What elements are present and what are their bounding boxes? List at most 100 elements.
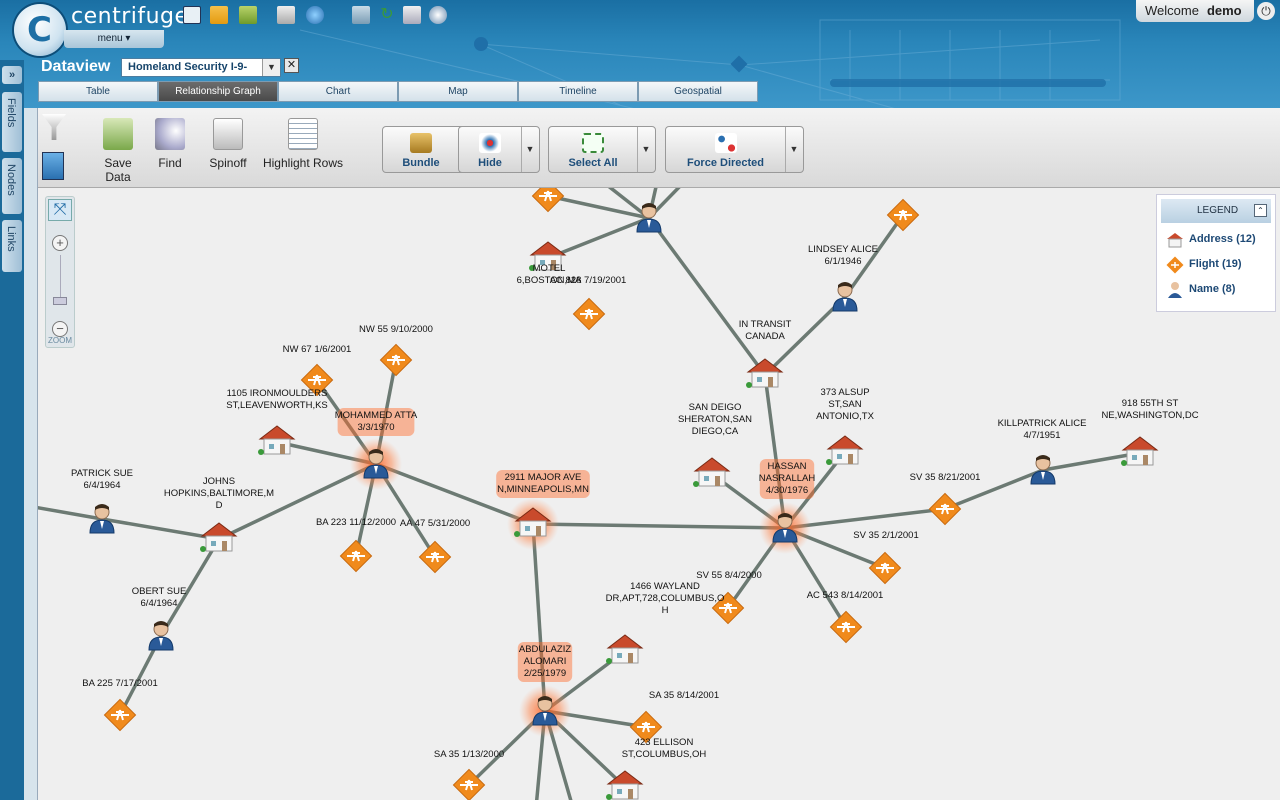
new-document-icon[interactable]	[183, 6, 201, 24]
legend-item-name[interactable]: Name (8)	[1157, 277, 1275, 302]
graph-node-flight[interactable]: NW 55 9/10/2000	[359, 324, 433, 377]
tab-timeline[interactable]: Timeline	[518, 81, 638, 102]
hide-button[interactable]: Hide	[459, 127, 522, 172]
graph-edge[interactable]	[531, 523, 547, 712]
force-directed-button[interactable]: Force Directed	[666, 127, 786, 172]
chevron-down-icon[interactable]: ▼	[785, 127, 803, 172]
graph-node-flight[interactable]: SA 35 8/14/2001	[629, 690, 719, 744]
graph-edge[interactable]	[547, 216, 650, 260]
graph-node-flight[interactable]	[531, 188, 565, 213]
graph-node-address[interactable]: 423 ELLISON ST,COLUMBUS,OH	[606, 737, 706, 800]
chevron-down-icon[interactable]: ▼	[521, 127, 539, 172]
graph-node-name[interactable]: LINDSEY ALICE 6/1/1946	[808, 244, 878, 312]
airplane-icon	[1166, 256, 1184, 274]
node-label: SV 55 8/4/2000	[696, 570, 762, 581]
graph-node-flight[interactable]: AA 47 5/31/2000	[400, 518, 470, 574]
graph-node-flight[interactable]	[886, 198, 920, 232]
house-icon	[1167, 233, 1183, 248]
bookmark-icon[interactable]	[42, 152, 64, 180]
collapse-icon[interactable]: ⌃	[1254, 204, 1267, 217]
legend-item-flight[interactable]: Flight (19)	[1157, 252, 1275, 277]
bundle-label: Bundle	[402, 157, 440, 169]
select-all-dropdown[interactable]: Select All ▼	[548, 126, 656, 173]
dataview-select[interactable]: Homeland Security I-9- ▼	[121, 58, 281, 77]
power-icon[interactable]: ⏻	[1257, 2, 1275, 20]
graph-svg[interactable]: MOTEL 6,BOSTON,MAAC 828 7/19/2001LINDSEY …	[38, 188, 1280, 800]
centrifuge-logo[interactable]: C	[14, 4, 66, 56]
spinoff-button[interactable]: Spinoff	[206, 118, 250, 170]
sidebar-item-links[interactable]: Links	[2, 220, 22, 272]
refresh-icon[interactable]: ↻	[378, 6, 396, 24]
save-data-icon	[103, 118, 133, 150]
layout-dropdown[interactable]: Force Directed ▼	[665, 126, 804, 173]
open-folder-icon[interactable]	[210, 6, 228, 24]
graph-node-flight[interactable]: BA 225 7/17/2001	[82, 678, 158, 732]
tab-geospatial[interactable]: Geospatial	[638, 81, 758, 102]
airplane-icon	[886, 198, 920, 232]
save-icon[interactable]	[239, 6, 257, 24]
graph-node-address[interactable]: JOHNS HOPKINS,BALTIMORE,M D	[164, 476, 274, 552]
app-header: C centrifuge menu ▾ ↻ Welcome demo ⏻ Data…	[0, 0, 1280, 108]
legend-panel: LEGEND ⌃ Address (12) Flight (19) Name (8…	[1156, 194, 1276, 312]
hide-dropdown[interactable]: Hide ▼	[458, 126, 540, 173]
filter-icon[interactable]	[42, 114, 66, 140]
sidebar-item-label: Nodes	[5, 164, 17, 196]
sidebar-item-fields[interactable]: Fields	[2, 92, 22, 152]
globe-icon[interactable]	[306, 6, 324, 24]
export-icon[interactable]	[403, 6, 421, 24]
tab-chart[interactable]: Chart	[278, 81, 398, 102]
sidebar-item-nodes[interactable]: Nodes	[2, 158, 22, 214]
graph-node-name[interactable]: HASSAN NASRALLAH 4/30/1976	[759, 459, 816, 554]
graph-node-address[interactable]: 373 ALSUP ST,SAN ANTONIO,TX	[816, 387, 875, 465]
graph-node-flight[interactable]: AC 828 7/19/2001	[550, 275, 627, 331]
graph-node-flight[interactable]: BA 223 11/12/2000	[316, 517, 396, 573]
select-all-button[interactable]: Select All	[549, 127, 638, 172]
node-label: NW 55 9/10/2000	[359, 324, 433, 335]
chevron-down-icon[interactable]: ▼	[637, 127, 655, 172]
graph-node-address[interactable]: 1105 IRONMOULDERS ST,LEAVENWORTH,KS	[226, 388, 328, 455]
graph-node-address[interactable]: SAN DEIGO SHERATON,SAN DIEGO,CA	[678, 402, 752, 487]
force-directed-icon	[714, 133, 737, 153]
find-button[interactable]: Find	[152, 118, 188, 170]
zoom-in-icon[interactable]: +	[52, 235, 68, 251]
graph-node-flight[interactable]: SV 35 2/1/2001	[853, 530, 919, 585]
tab-relationship-graph[interactable]: Relationship Graph	[158, 81, 278, 102]
legend-item-address[interactable]: Address (12)	[1157, 227, 1275, 252]
print-icon[interactable]	[277, 6, 295, 24]
airplane-icon	[339, 539, 373, 573]
zoom-slider-handle[interactable]	[53, 297, 67, 305]
graph-node-name[interactable]: ABDULAZIZ ALOMARI 2/25/1979	[517, 642, 573, 737]
fit-to-screen-icon[interactable]: ⤧	[48, 199, 72, 221]
chevron-down-icon[interactable]: ▼	[262, 59, 280, 76]
graph-edge[interactable]	[38, 505, 103, 521]
highlight-rows-button[interactable]: Highlight Rows	[260, 118, 346, 170]
info-icon[interactable]	[429, 6, 447, 24]
add-view-icon[interactable]	[352, 6, 370, 24]
close-icon[interactable]: ✕	[284, 58, 299, 73]
graph-edge[interactable]	[532, 522, 786, 530]
graph-node-name[interactable]: KILLPATRICK ALICE 4/7/1951	[998, 418, 1087, 485]
panel-resize-strip[interactable]	[24, 108, 38, 800]
legend-title: LEGEND	[1197, 205, 1239, 216]
graph-node-address[interactable]: IN TRANSIT CANADA	[739, 319, 792, 388]
graph-node-flight[interactable]: AC 543 8/14/2001	[807, 590, 884, 644]
expand-sidebar-icon[interactable]: »	[2, 66, 22, 84]
tab-table[interactable]: Table	[38, 81, 158, 102]
relationship-graph-canvas[interactable]: MOTEL 6,BOSTON,MA AC 828 7/19/2001 LINDSEY …	[38, 188, 1280, 800]
airplane-icon	[418, 540, 452, 574]
airplane-icon	[928, 492, 962, 526]
zoom-out-icon[interactable]: −	[52, 321, 68, 337]
node-label: 918 55TH ST NE,WASHINGTON,DC	[1101, 398, 1198, 421]
graph-node-address[interactable]: 1466 WAYLAND DR,APT,728,COLUMBUS,O H	[606, 581, 725, 664]
graph-edge[interactable]	[647, 216, 767, 377]
bundle-button[interactable]: Bundle	[383, 127, 460, 172]
tab-map[interactable]: Map	[398, 81, 518, 102]
save-data-button[interactable]: Save Data	[90, 118, 146, 184]
airplane-icon	[572, 297, 606, 331]
graph-node-name[interactable]: OBERT SUE 6/4/1964	[132, 586, 187, 651]
graph-node-address[interactable]: 2911 MAJOR AVE N,MINNEAPOLIS,MN	[496, 470, 590, 550]
node-label: KILLPATRICK ALICE 4/7/1951	[998, 418, 1087, 441]
house-icon	[1121, 436, 1159, 466]
graph-node-flight[interactable]: SA 35 1/13/2000	[434, 749, 504, 800]
menu-button[interactable]: menu ▾	[64, 30, 164, 48]
